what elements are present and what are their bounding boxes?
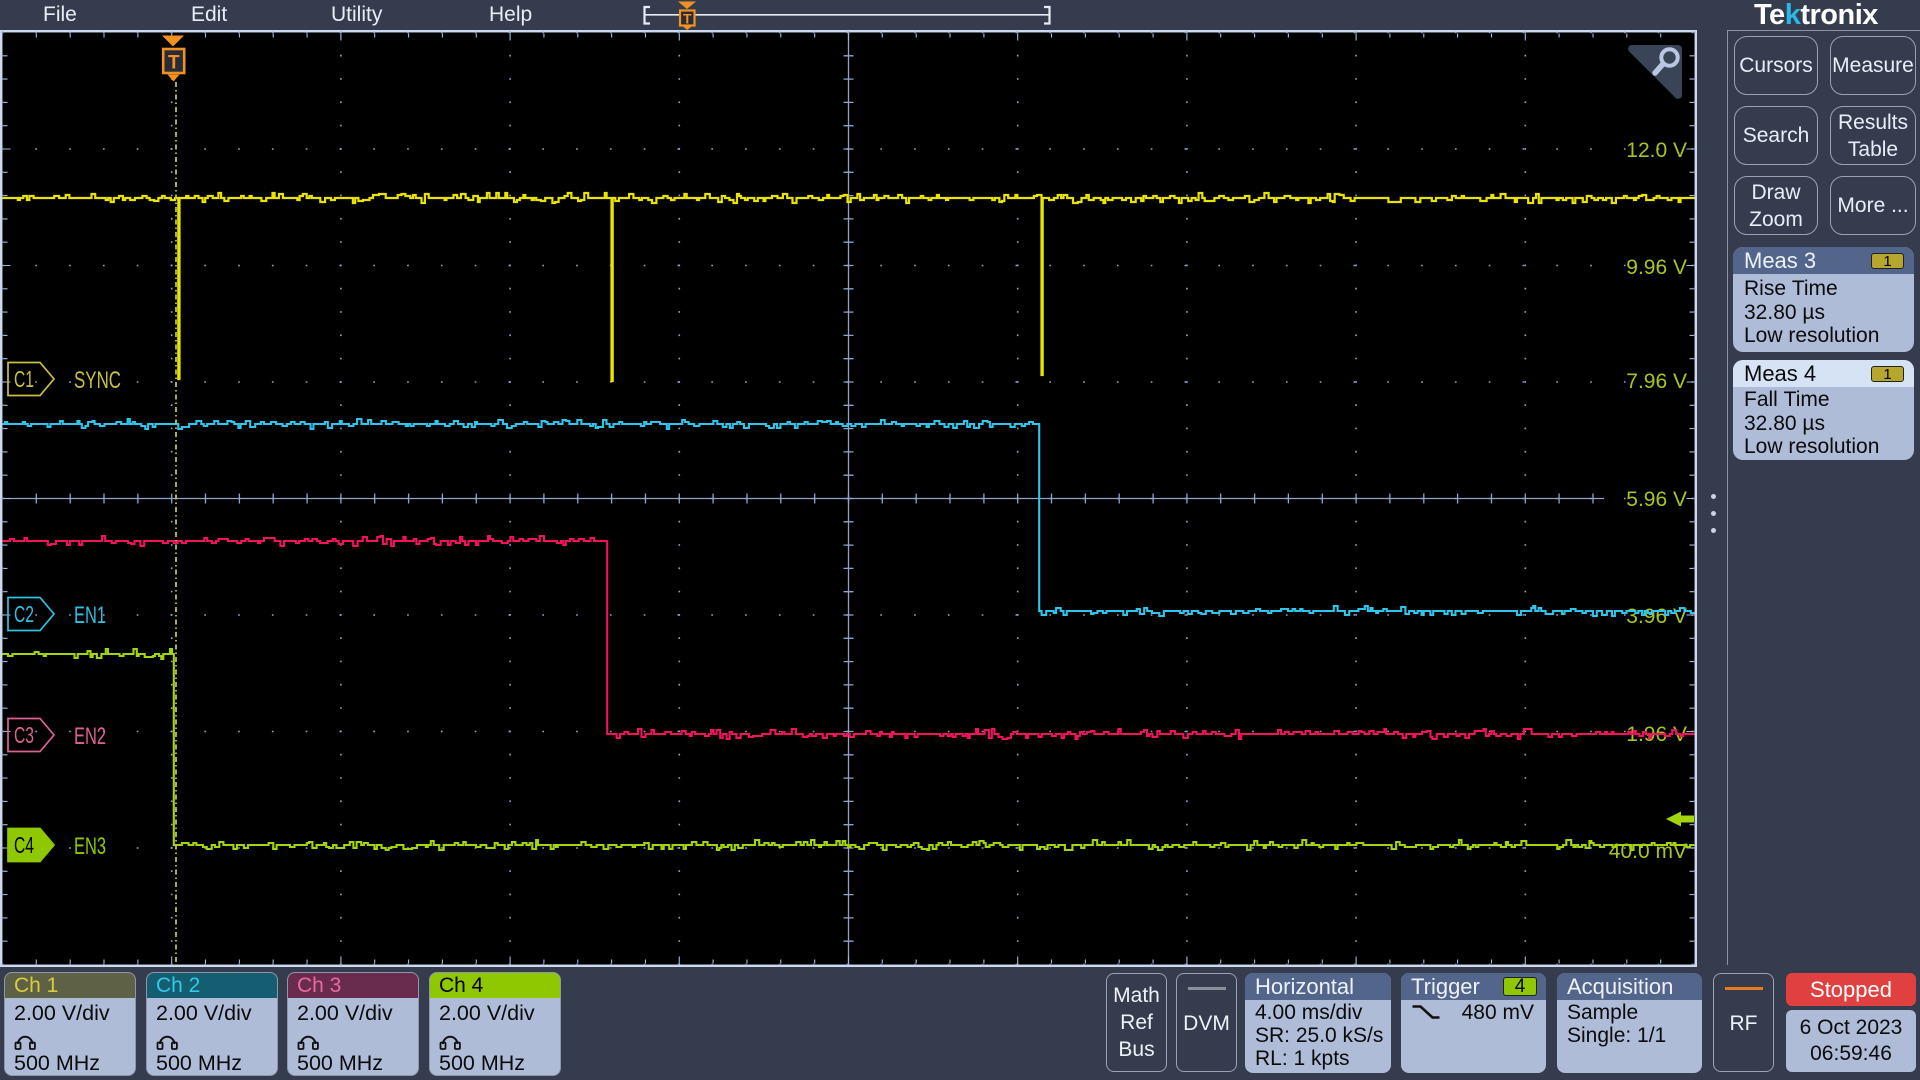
svg-text:T: T (683, 11, 692, 27)
svg-text:C1: C1 (14, 366, 34, 392)
svg-text:C3: C3 (14, 722, 34, 748)
svg-text:T: T (168, 53, 180, 74)
svg-text:C2: C2 (14, 601, 34, 627)
svg-text:9.96 V: 9.96 V (1626, 256, 1687, 279)
svg-text:12.0 V: 12.0 V (1626, 139, 1687, 162)
svg-text:C4: C4 (14, 832, 34, 858)
svg-text:7.96 V: 7.96 V (1626, 370, 1687, 393)
svg-text:3.96 V: 3.96 V (1626, 605, 1687, 628)
svg-text:EN3: EN3 (74, 833, 106, 860)
svg-text:EN1: EN1 (74, 602, 106, 629)
svg-text:EN2: EN2 (74, 723, 106, 750)
svg-text:5.96 V: 5.96 V (1626, 488, 1687, 511)
svg-text:SYNC: SYNC (74, 367, 121, 394)
